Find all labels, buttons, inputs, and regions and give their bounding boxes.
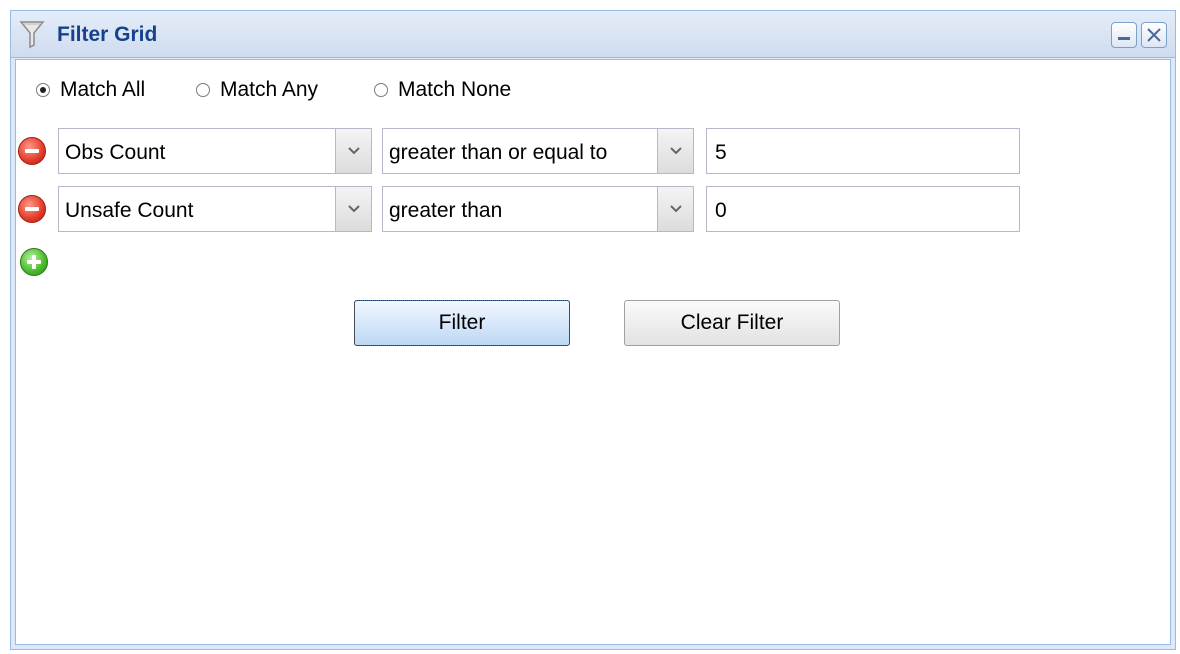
chevron-down-icon	[670, 147, 682, 155]
minimize-button[interactable]	[1111, 22, 1137, 48]
operator-combo[interactable]: greater than	[382, 186, 694, 232]
remove-condition-icon[interactable]	[18, 195, 46, 223]
value-field[interactable]: 5	[706, 128, 1020, 174]
combo-trigger[interactable]	[657, 129, 693, 173]
close-button[interactable]	[1141, 22, 1167, 48]
operator-combo[interactable]: greater than or equal to	[382, 128, 694, 174]
combo-trigger[interactable]	[657, 187, 693, 231]
minimize-icon	[1118, 37, 1130, 40]
radio-unchecked-indicator	[374, 83, 388, 97]
window-titlebar[interactable]: Filter Grid	[11, 11, 1175, 58]
radio-checked-indicator	[36, 83, 50, 97]
close-icon	[1147, 28, 1161, 42]
radio-unchecked-indicator	[196, 83, 210, 97]
clear-filter-button[interactable]: Clear Filter	[624, 300, 840, 346]
field-value: Unsafe Count	[65, 199, 194, 222]
value-field[interactable]: 0	[706, 186, 1020, 232]
chevron-down-icon	[348, 205, 360, 213]
combo-trigger[interactable]	[335, 129, 371, 173]
window-title: Filter Grid	[57, 23, 158, 46]
radio-label: Match None	[398, 78, 512, 101]
filter-grid-window: Filter Grid Match All Match Any Match No…	[10, 10, 1176, 650]
operator-value: greater than	[389, 199, 503, 222]
remove-condition-icon[interactable]	[18, 137, 46, 165]
filter-button-label: Filter	[438, 311, 486, 334]
operator-value: greater than or equal to	[389, 141, 608, 164]
value-text: 5	[715, 141, 727, 164]
value-text: 0	[715, 199, 727, 222]
add-condition-icon[interactable]	[20, 248, 48, 276]
funnel-icon	[19, 19, 45, 49]
chevron-down-icon	[348, 147, 360, 155]
combo-trigger[interactable]	[335, 187, 371, 231]
radio-label: Match Any	[220, 78, 319, 101]
clear-filter-button-label: Clear Filter	[680, 311, 784, 334]
field-combo[interactable]: Obs Count	[58, 128, 372, 174]
radio-label: Match All	[60, 78, 146, 101]
filter-panel: Match All Match Any Match None Obs Count	[15, 59, 1171, 645]
filter-button[interactable]: Filter	[354, 300, 570, 346]
chevron-down-icon	[670, 205, 682, 213]
field-value: Obs Count	[65, 141, 166, 164]
field-combo[interactable]: Unsafe Count	[58, 186, 372, 232]
